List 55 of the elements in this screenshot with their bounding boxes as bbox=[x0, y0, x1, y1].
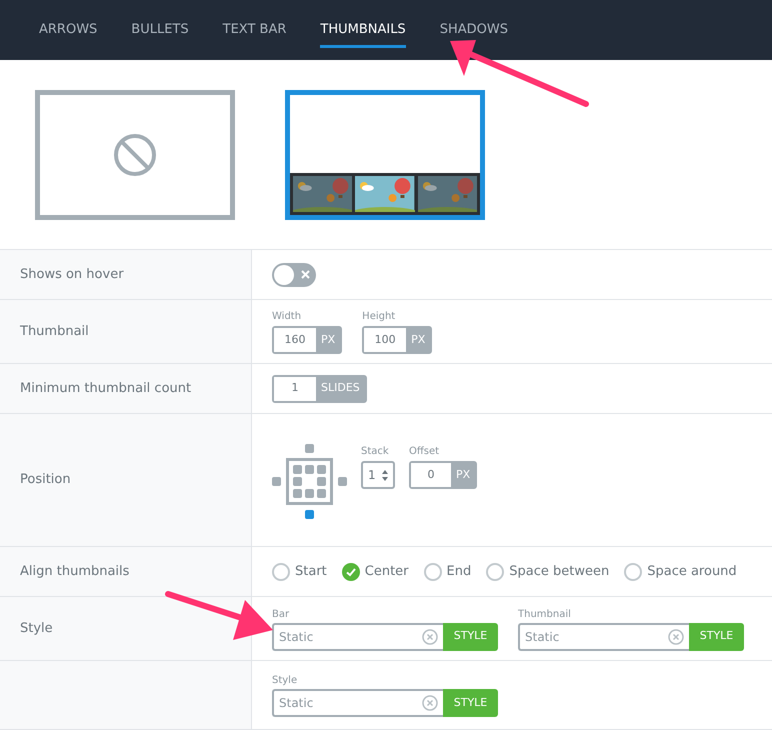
radio-option[interactable]: Center bbox=[342, 562, 409, 582]
style-button[interactable]: STYLE bbox=[443, 689, 498, 717]
radio-option[interactable]: Start bbox=[272, 562, 327, 582]
radio-option[interactable]: Space around bbox=[624, 562, 737, 582]
style-button[interactable]: STYLE bbox=[443, 622, 498, 650]
number-field[interactable]: 160 PX bbox=[272, 326, 342, 354]
clear-icon[interactable] bbox=[422, 695, 438, 711]
position-spot[interactable] bbox=[293, 465, 302, 474]
radio-option[interactable]: End bbox=[424, 562, 472, 582]
tab[interactable]: TEXT BAR bbox=[222, 18, 286, 48]
field-label: Stack bbox=[361, 445, 390, 459]
style-field[interactable]: Static bbox=[518, 622, 689, 650]
tab[interactable]: ARROWS bbox=[39, 18, 98, 48]
prohibited-icon bbox=[112, 132, 158, 178]
number-field[interactable]: 0 PX bbox=[409, 461, 478, 489]
position-spot[interactable] bbox=[305, 489, 314, 498]
field-label: Bar bbox=[272, 608, 290, 622]
field-label: Height bbox=[362, 310, 396, 324]
clear-icon[interactable] bbox=[668, 628, 684, 644]
row-label: Style bbox=[20, 620, 53, 638]
field-label: Thumbnail bbox=[518, 608, 572, 622]
position-spot[interactable] bbox=[293, 489, 302, 498]
row-label: Thumbnail bbox=[20, 322, 89, 341]
position-spot[interactable] bbox=[272, 477, 281, 486]
toggle-switch[interactable] bbox=[272, 262, 316, 286]
row-label: Align thumbnails bbox=[20, 562, 130, 581]
position-spot[interactable] bbox=[305, 510, 314, 519]
position-spot[interactable] bbox=[305, 444, 314, 453]
position-spot[interactable] bbox=[305, 465, 314, 474]
spinner-icon bbox=[382, 470, 388, 480]
row-label: Position bbox=[20, 471, 71, 490]
style-button[interactable]: STYLE bbox=[689, 622, 744, 650]
position-spot[interactable] bbox=[338, 477, 347, 486]
position-spot[interactable] bbox=[317, 477, 326, 486]
close-icon bbox=[301, 270, 310, 279]
style-field[interactable]: Static bbox=[272, 622, 443, 650]
field-label: Style bbox=[272, 674, 298, 688]
style-field[interactable]: Static bbox=[272, 689, 443, 717]
tab[interactable]: SHADOWS bbox=[440, 18, 508, 48]
checkmark-icon bbox=[342, 562, 360, 580]
number-field[interactable]: 1 SLIDES bbox=[272, 374, 367, 402]
position-spot[interactable] bbox=[293, 477, 302, 486]
tab[interactable]: BULLETS bbox=[131, 18, 189, 48]
position-spot[interactable] bbox=[317, 465, 326, 474]
layout-option[interactable] bbox=[285, 90, 485, 220]
field-label: Width bbox=[272, 310, 302, 324]
number-field[interactable]: 100 PX bbox=[362, 326, 432, 354]
field-label: Offset bbox=[409, 445, 440, 459]
row-label: Minimum thumbnail count bbox=[20, 380, 192, 398]
stack-select[interactable]: 1 bbox=[361, 461, 395, 489]
radio-option[interactable]: Space between bbox=[486, 562, 610, 582]
position-spot[interactable] bbox=[317, 489, 326, 498]
clear-icon[interactable] bbox=[422, 628, 438, 644]
row-label: Shows on hover bbox=[20, 266, 124, 284]
tab[interactable]: THUMBNAILS bbox=[320, 18, 406, 48]
